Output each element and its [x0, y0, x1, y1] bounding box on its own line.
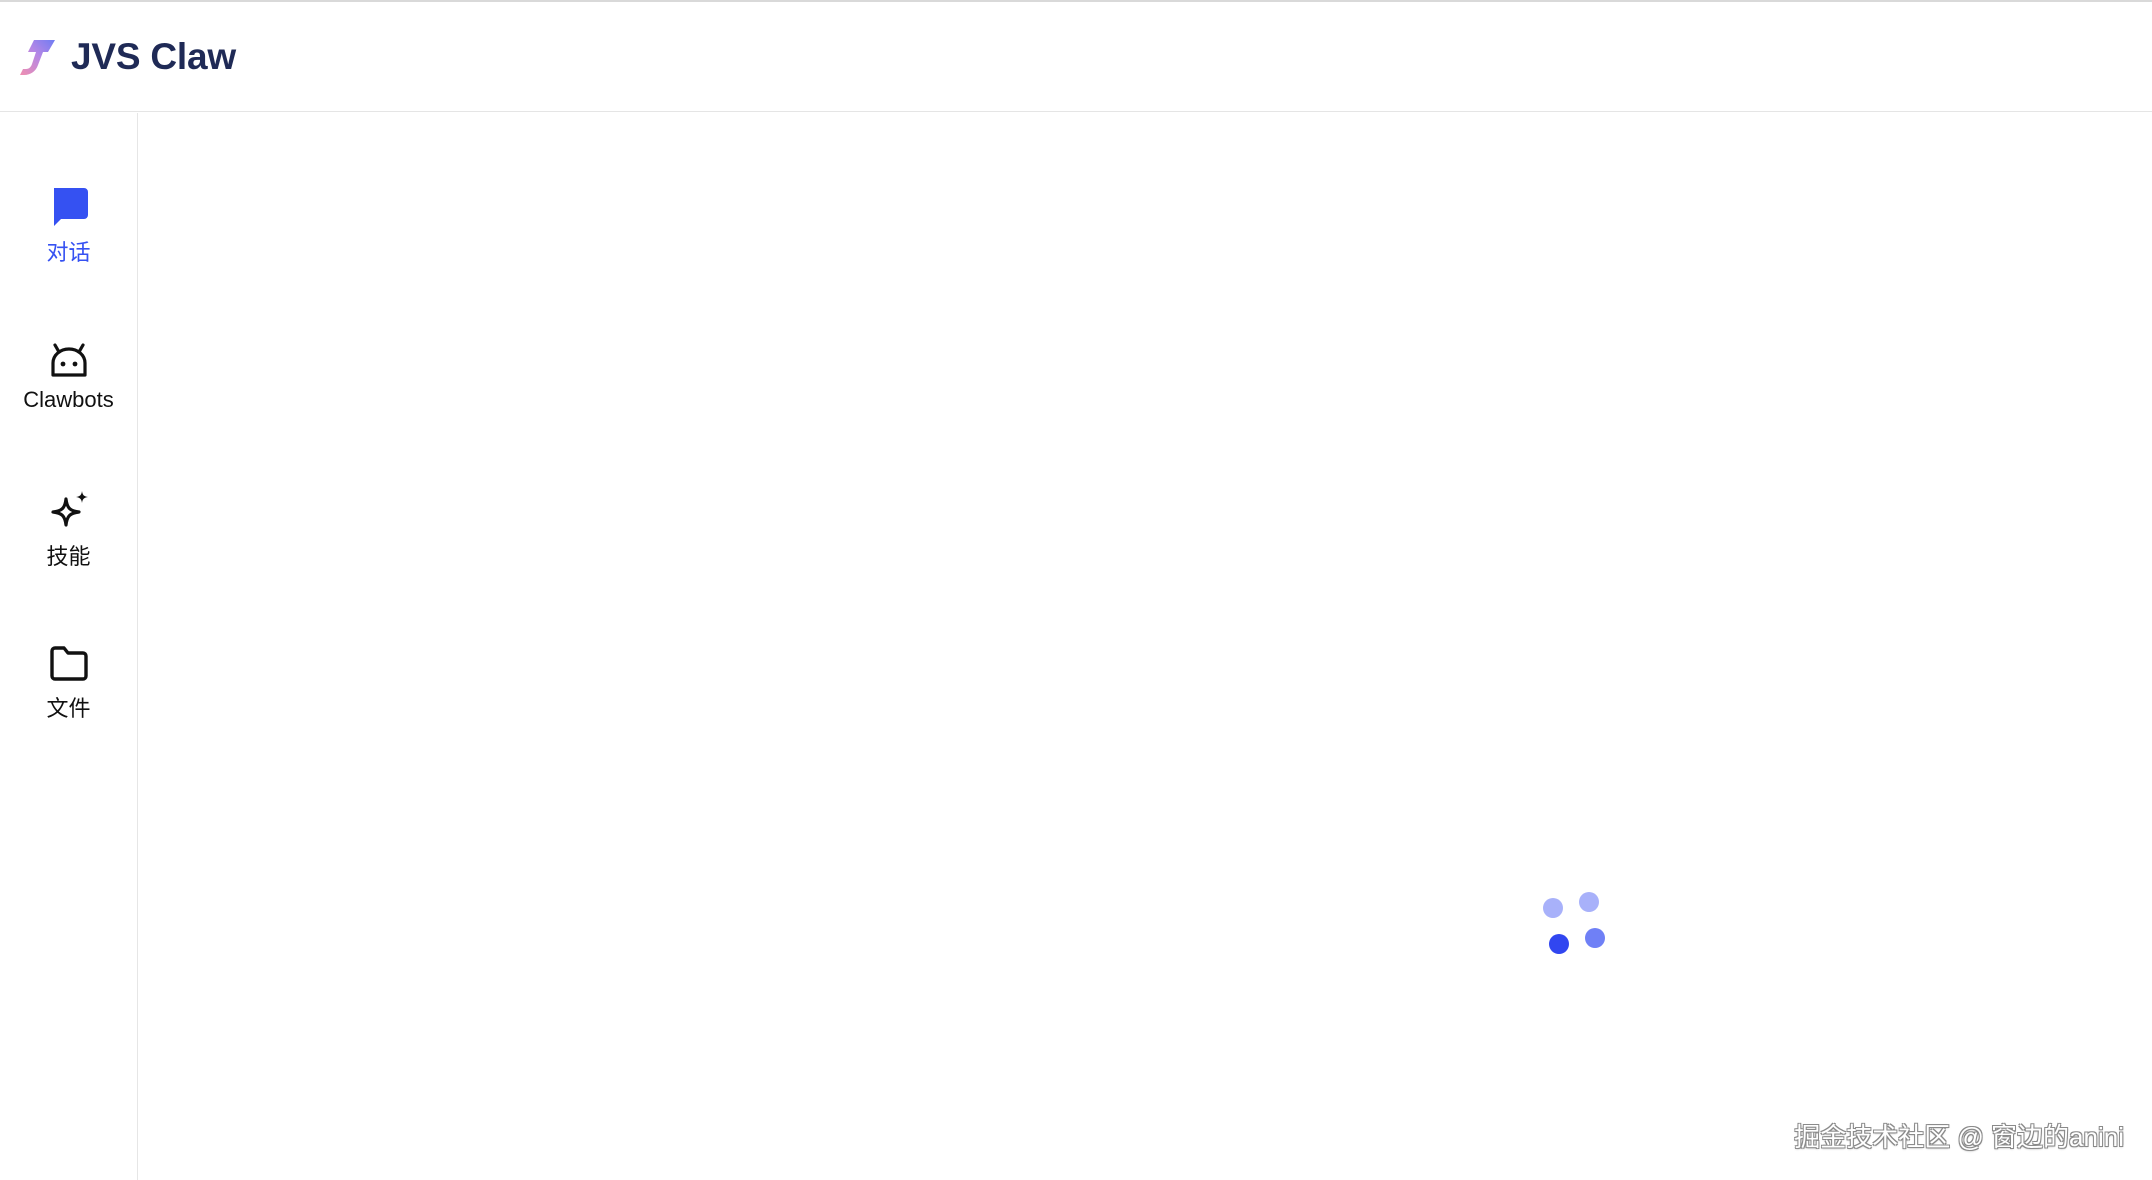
loading-dots-icon: [1543, 892, 1605, 954]
app-header: JVS Claw: [0, 2, 2152, 112]
sidebar-item-label: 技能: [46, 544, 91, 569]
sparkle-icon: [50, 491, 88, 527]
robot-icon: [50, 343, 87, 377]
jvs-claw-logo-icon: [20, 39, 55, 75]
main-content: [138, 113, 2152, 1180]
brand-title: JVS Claw: [71, 35, 236, 77]
chat-bubble-icon: [53, 188, 88, 226]
sidebar-item-label: 文件: [46, 696, 91, 721]
sidebar-item-clawbots[interactable]: Clawbots: [0, 337, 137, 447]
app-window: JVS Claw 对话 Clawbots 技能 文件 掘金技术社区 @ 窗边的a…: [0, 0, 2152, 1180]
brand[interactable]: JVS Claw: [17, 36, 236, 78]
sidebar-item-label: Clawbots: [23, 387, 114, 412]
sidebar-item-files[interactable]: 文件: [0, 641, 137, 751]
sidebar: 对话 Clawbots 技能 文件: [0, 113, 138, 1180]
sidebar-item-skills[interactable]: 技能: [0, 489, 137, 599]
sidebar-item-chat[interactable]: 对话: [0, 185, 137, 295]
folder-icon: [49, 646, 88, 681]
sidebar-item-label: 对话: [46, 240, 91, 265]
watermark-text: 掘金技术社区 @ 窗边的anini: [1794, 1122, 2124, 1152]
